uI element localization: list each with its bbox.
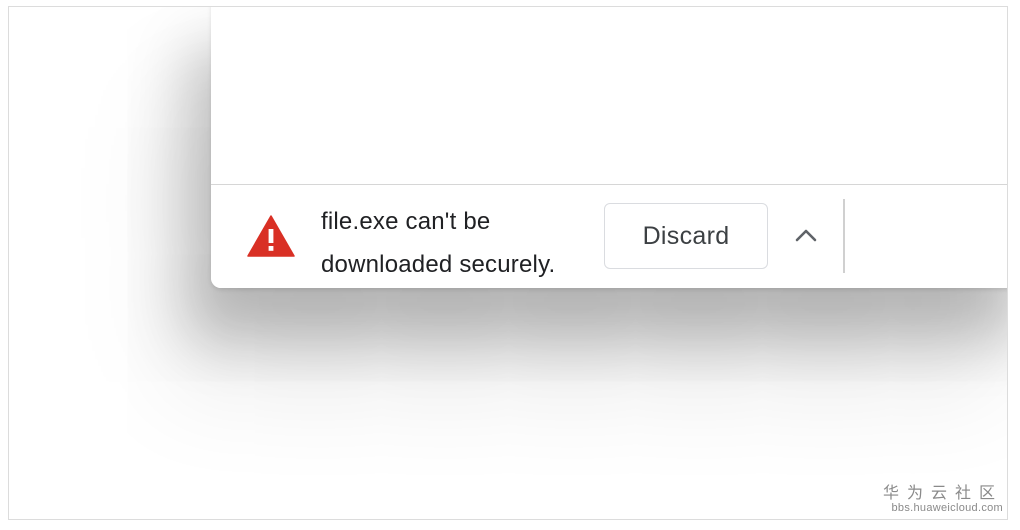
watermark-brand: 华为云社区 xyxy=(882,483,1003,502)
warning-line-2: downloaded securely. xyxy=(321,251,556,278)
page-content-area xyxy=(211,7,1007,184)
watermark-url: bbs.huaweicloud.com xyxy=(891,502,1003,514)
warning-line-1: file.exe can't be xyxy=(321,208,491,235)
screenshot-frame: file.exe can't be downloaded securely. D… xyxy=(8,6,1008,520)
shelf-divider xyxy=(843,199,845,273)
warning-triangle-icon xyxy=(247,215,295,257)
discard-button[interactable]: Discard xyxy=(604,203,768,269)
download-shelf: file.exe can't be downloaded securely. D… xyxy=(211,184,1007,288)
browser-window: file.exe can't be downloaded securely. D… xyxy=(211,7,1007,288)
watermark: 华为云社区 bbs.huaweicloud.com xyxy=(883,484,1003,515)
download-warning-text: file.exe can't be downloaded securely. xyxy=(321,200,601,286)
chevron-up-icon[interactable] xyxy=(789,215,823,255)
